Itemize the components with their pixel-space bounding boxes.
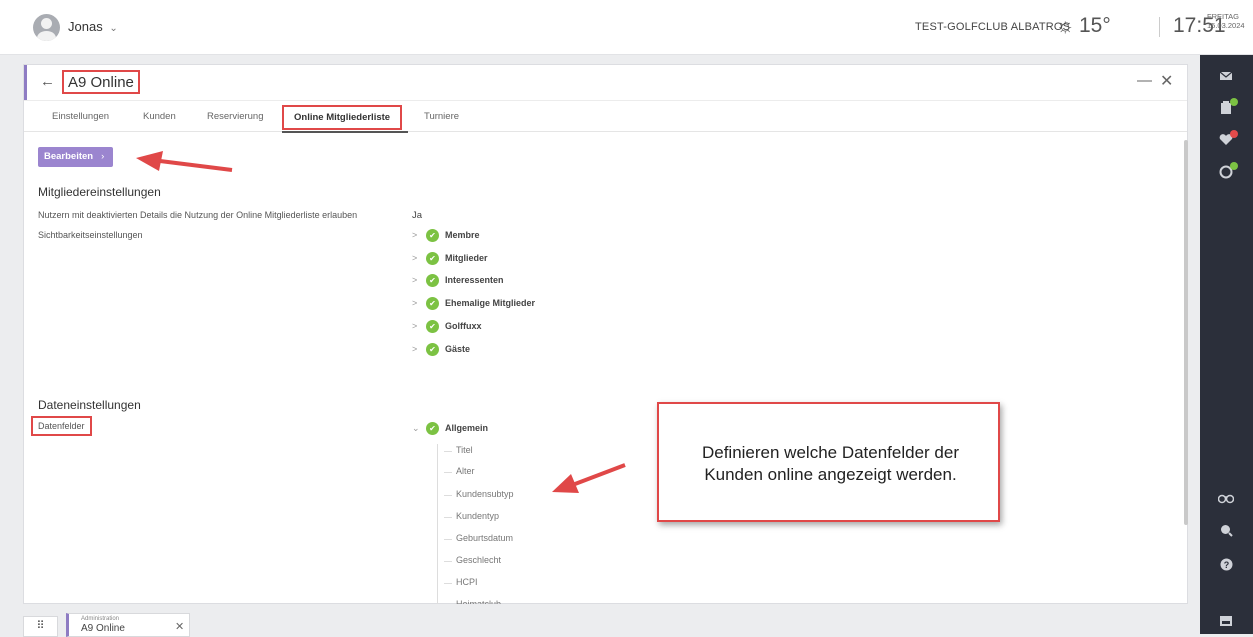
- temperature: 15°: [1079, 14, 1111, 37]
- setting-label: Nutzern mit deaktivierten Details die Nu…: [38, 210, 358, 220]
- search-icon[interactable]: [1217, 524, 1235, 542]
- avatar[interactable]: [33, 14, 60, 41]
- member-group-name: Gäste: [445, 344, 471, 354]
- data-field-item[interactable]: Kundensubtyp: [444, 489, 514, 499]
- chevron-right-icon: >: [412, 275, 418, 285]
- data-field-item[interactable]: Geburtsdatum: [443, 533, 513, 543]
- chevron-down-icon: ⌄: [109, 23, 118, 34]
- chevron-right-icon: >: [412, 298, 418, 308]
- member-group-name: Membre: [445, 230, 480, 240]
- chevron-right-icon: ›: [101, 151, 105, 162]
- callout-text: Definieren welche Datenfelder der Kunden…: [701, 443, 960, 484]
- data-field-item[interactable]: Alter: [444, 466, 475, 476]
- check-circle-icon: ✔: [426, 229, 439, 242]
- back-arrow-icon[interactable]: ←: [40, 73, 55, 90]
- chevron-right-icon: >: [412, 253, 418, 263]
- task-name: A9 Online: [81, 623, 125, 634]
- setting-label: Sichtbarkeitseinstellungen: [38, 230, 143, 240]
- chevron-right-icon: >: [412, 230, 418, 240]
- weekday: FREITAG: [1207, 12, 1239, 21]
- task-category: Administration: [81, 616, 120, 622]
- data-field-item[interactable]: Geschlecht: [443, 555, 501, 565]
- scrollbar[interactable]: [1184, 140, 1188, 525]
- close-icon[interactable]: ✕: [1160, 71, 1173, 91]
- club-name: TEST-GOLFCLUB ALBATROS: [915, 21, 1071, 33]
- member-group-name: Ehemalige Mitglieder: [445, 298, 536, 308]
- chevron-right-icon: >: [412, 344, 418, 354]
- settings-panel: ← A9 Online — ✕ Einstellungen Kunden Res…: [23, 64, 1188, 604]
- tab-kunden[interactable]: Kunden: [143, 111, 176, 122]
- section-heading-members: Mitgliedereinstellungen: [38, 185, 161, 199]
- taskbar: ⠿ Administration A9 Online ✕: [0, 609, 1253, 637]
- clipboard-icon[interactable]: [1217, 98, 1238, 119]
- svg-text:?: ?: [1223, 560, 1229, 570]
- check-circle-icon: ✔: [426, 320, 439, 333]
- page-title: A9 Online: [62, 70, 140, 94]
- tab-bar: Einstellungen Kunden Reservierung Online…: [24, 100, 1187, 133]
- chevron-right-icon: >: [412, 321, 418, 331]
- annotation-callout: Definieren welche Datenfelder der Kunden…: [657, 402, 1000, 522]
- notification-badge: [1230, 130, 1238, 138]
- binoculars-icon[interactable]: [1217, 491, 1235, 509]
- date-display: FREITAG 15.03.2024: [1207, 12, 1245, 30]
- check-circle-icon: ✔: [426, 274, 439, 287]
- help-icon[interactable]: ?: [1217, 558, 1235, 576]
- data-fields-label: Datenfelder: [31, 416, 92, 436]
- task-tab-a9-online[interactable]: Administration A9 Online ✕: [66, 613, 190, 637]
- divider: [1159, 17, 1160, 37]
- top-bar: Jonas ⌄ TEST-GOLFCLUB ALBATROS ☼ 15° 17:…: [0, 0, 1253, 55]
- edit-button[interactable]: Bearbeiten ›: [38, 147, 113, 167]
- chevron-down-icon: ⌄: [412, 423, 420, 433]
- close-icon[interactable]: ✕: [175, 620, 184, 633]
- data-group-name: Allgemein: [445, 423, 489, 433]
- tab-turniere[interactable]: Turniere: [424, 111, 459, 122]
- sidebar-footer: [1200, 609, 1253, 634]
- setting-value: Ja: [412, 210, 423, 221]
- tab-reservierung[interactable]: Reservierung: [207, 111, 264, 122]
- data-field-item[interactable]: Heimatclub: [456, 599, 501, 604]
- check-circle-icon: ✔: [426, 343, 439, 356]
- date: 15.03.2024: [1207, 21, 1245, 30]
- panel-accent: [24, 65, 27, 100]
- active-tab-indicator: [282, 131, 408, 133]
- minimize-icon[interactable]: —: [1137, 72, 1152, 89]
- data-field-item[interactable]: HCPI: [444, 577, 478, 587]
- edit-button-label: Bearbeiten: [44, 151, 94, 162]
- tree-line: [437, 444, 438, 604]
- tab-online-mitgliederliste[interactable]: Online Mitgliederliste: [282, 105, 403, 130]
- check-circle-icon: ✔: [426, 252, 439, 265]
- member-group-name: Mitglieder: [445, 253, 488, 263]
- check-circle-icon: ✔: [426, 422, 439, 435]
- coin-icon[interactable]: [1217, 162, 1238, 183]
- right-sidebar: ?: [1200, 55, 1253, 634]
- data-field-item[interactable]: Kundentyp: [443, 511, 499, 521]
- data-field-item[interactable]: Titel: [444, 445, 473, 455]
- user-menu[interactable]: Jonas ⌄: [68, 19, 118, 34]
- notification-badge: [1230, 98, 1238, 106]
- sun-icon: ☼: [1056, 15, 1075, 37]
- heart-icon[interactable]: [1217, 130, 1238, 151]
- user-name: Jonas: [68, 19, 103, 34]
- section-heading-data: Dateneinstellungen: [38, 398, 141, 412]
- mail-icon[interactable]: [1217, 69, 1235, 87]
- member-group-name: Interessenten: [445, 275, 504, 285]
- collapse-icon[interactable]: [1217, 613, 1235, 631]
- tab-einstellungen[interactable]: Einstellungen: [52, 111, 109, 122]
- member-group-name: Golffuxx: [445, 321, 482, 331]
- notification-badge: [1230, 162, 1238, 170]
- check-circle-icon: ✔: [426, 297, 439, 310]
